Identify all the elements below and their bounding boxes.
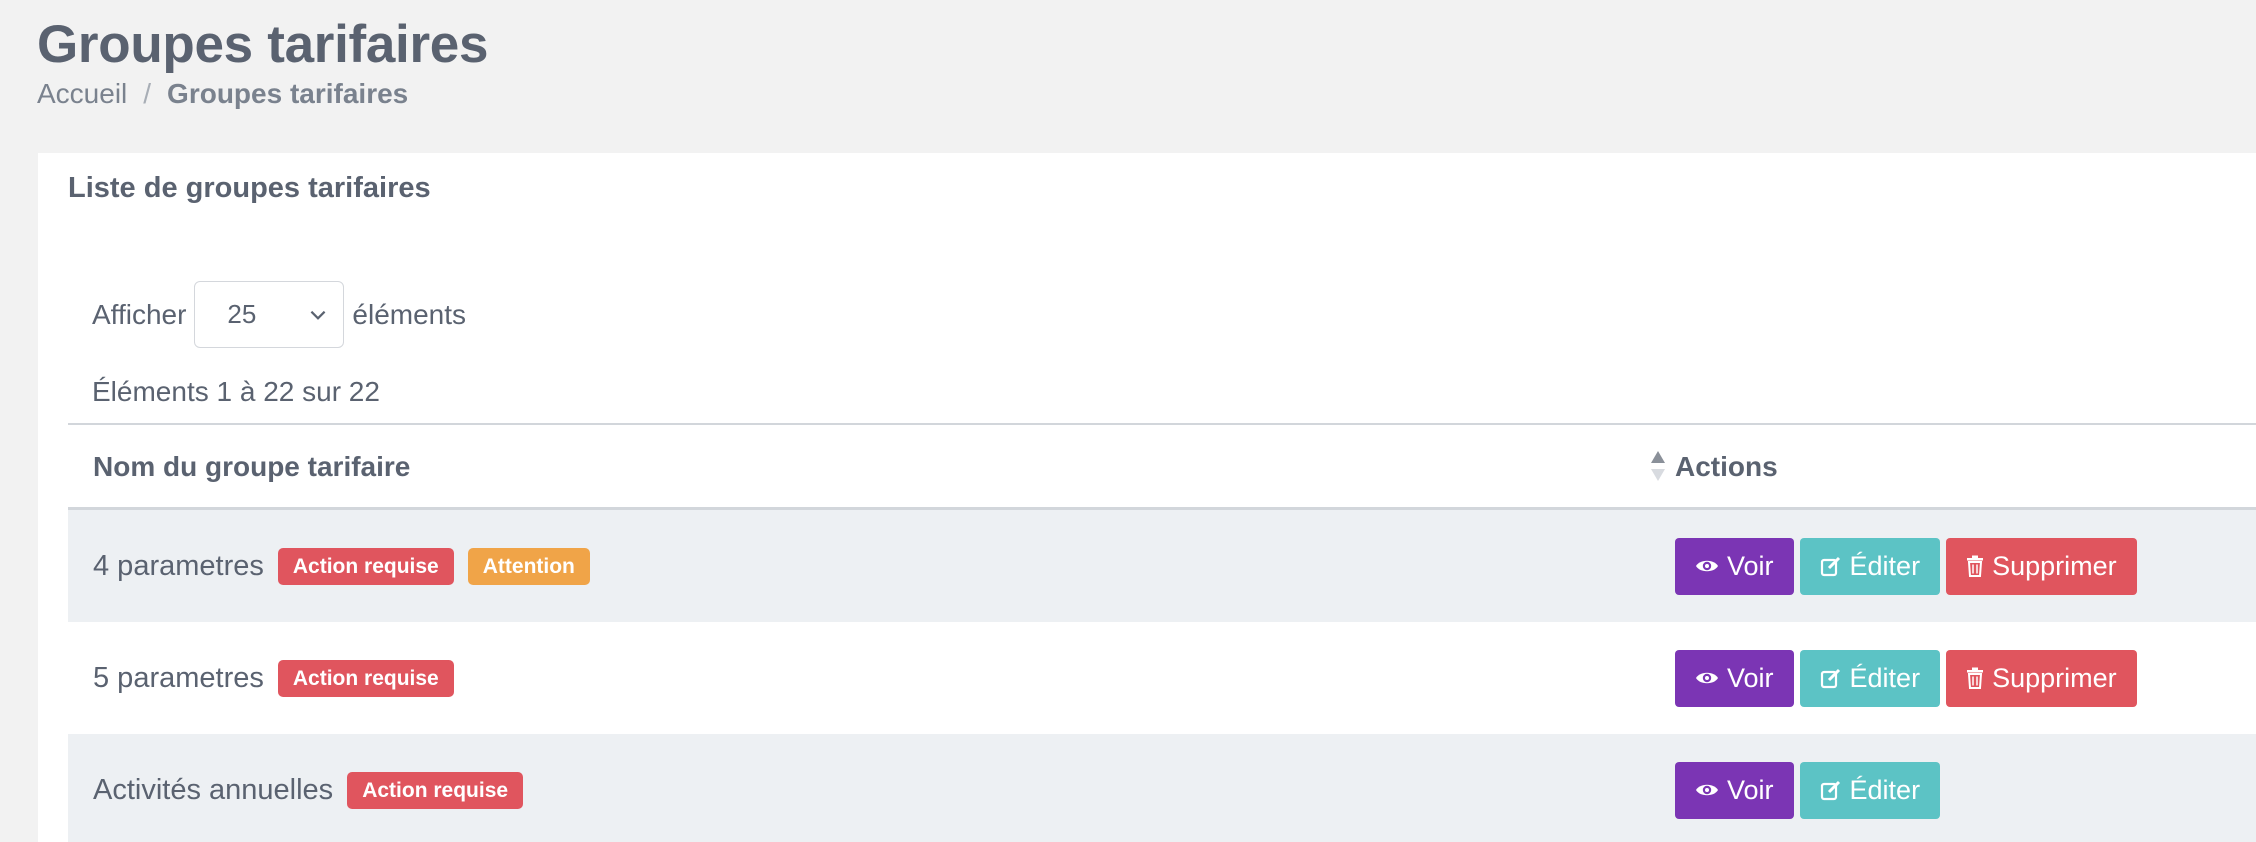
breadcrumb-home-link[interactable]: Accueil: [37, 78, 127, 110]
eye-icon: [1695, 781, 1727, 799]
table-body: 4 parametres Action requise Attention Voir É…: [68, 510, 2256, 842]
edit-button-label: Éditer: [1849, 662, 1921, 693]
edit-icon: [1820, 667, 1850, 689]
table-row: Activités annuelles Action requise Voir Édi…: [68, 734, 2256, 842]
price-groups-table: Nom du groupe tarifaire Actions 4 parame…: [68, 423, 2256, 842]
warning-badge: Attention: [467, 547, 590, 585]
view-button-label: Voir: [1727, 550, 1774, 581]
view-button[interactable]: Voir: [1675, 761, 1794, 819]
view-button-label: Voir: [1727, 662, 1774, 693]
table-row: 4 parametres Action requise Attention Voir É…: [68, 510, 2256, 622]
row-actions: Voir Éditer Supprimer: [1675, 622, 2143, 734]
eye-icon: [1695, 669, 1727, 687]
view-button-label: Voir: [1727, 774, 1774, 805]
page-length-value: 25: [227, 299, 257, 329]
group-name: 4 parametres: [93, 549, 264, 582]
group-name-cell: 4 parametres Action requise Attention: [93, 510, 604, 622]
delete-button-label: Supprimer: [1992, 550, 2117, 581]
view-button[interactable]: Voir: [1675, 649, 1794, 707]
row-actions: Voir Éditer: [1675, 734, 1946, 842]
breadcrumb: Accueil / Groupes tarifaires: [37, 78, 408, 110]
table-header: Nom du groupe tarifaire Actions: [68, 423, 2256, 510]
table-info: Éléments 1 à 22 sur 22: [92, 376, 380, 407]
table-row: 5 parametres Action requise Voir Éditer Supp…: [68, 622, 2256, 734]
breadcrumb-separator: /: [143, 78, 152, 109]
group-name-cell: Activités annuelles Action requise: [93, 734, 537, 842]
length-prefix-label: Afficher: [92, 298, 187, 330]
action-required-badge: Action requise: [277, 659, 454, 697]
column-header-actions: Actions: [1675, 451, 1778, 482]
column-header-name[interactable]: Nom du groupe tarifaire: [93, 451, 410, 483]
chevron-down-icon: [311, 310, 326, 320]
card-title: Liste de groupes tarifaires: [68, 172, 431, 204]
action-required-badge: Action requise: [347, 771, 524, 809]
view-button[interactable]: Voir: [1675, 537, 1794, 595]
edit-button-label: Éditer: [1849, 774, 1921, 805]
delete-button[interactable]: Supprimer: [1946, 649, 2137, 707]
trash-icon: [1966, 555, 1992, 577]
page-length-control: Afficher 25 éléments: [92, 281, 466, 348]
edit-icon: [1820, 555, 1850, 577]
trash-icon: [1966, 667, 1992, 689]
price-groups-card: Liste de groupes tarifaires Afficher 25 …: [38, 153, 2256, 842]
edit-button[interactable]: Éditer: [1799, 537, 1941, 595]
eye-icon: [1695, 557, 1727, 575]
sort-icon[interactable]: [1650, 449, 1666, 483]
delete-button[interactable]: Supprimer: [1946, 537, 2137, 595]
row-actions: Voir Éditer Supprimer: [1675, 510, 2143, 622]
page-title: Groupes tarifaires: [37, 15, 489, 74]
edit-button-label: Éditer: [1849, 550, 1921, 581]
action-required-badge: Action requise: [277, 547, 454, 585]
group-name-cell: 5 parametres Action requise: [93, 622, 468, 734]
length-suffix-label: éléments: [352, 298, 467, 330]
page-length-select[interactable]: 25: [194, 281, 345, 348]
edit-button[interactable]: Éditer: [1799, 649, 1941, 707]
delete-button-label: Supprimer: [1992, 662, 2117, 693]
group-name: Activités annuelles: [93, 773, 334, 806]
group-name: 5 parametres: [93, 661, 264, 694]
edit-button[interactable]: Éditer: [1799, 761, 1941, 819]
edit-icon: [1820, 779, 1850, 801]
breadcrumb-current: Groupes tarifaires: [167, 78, 409, 109]
